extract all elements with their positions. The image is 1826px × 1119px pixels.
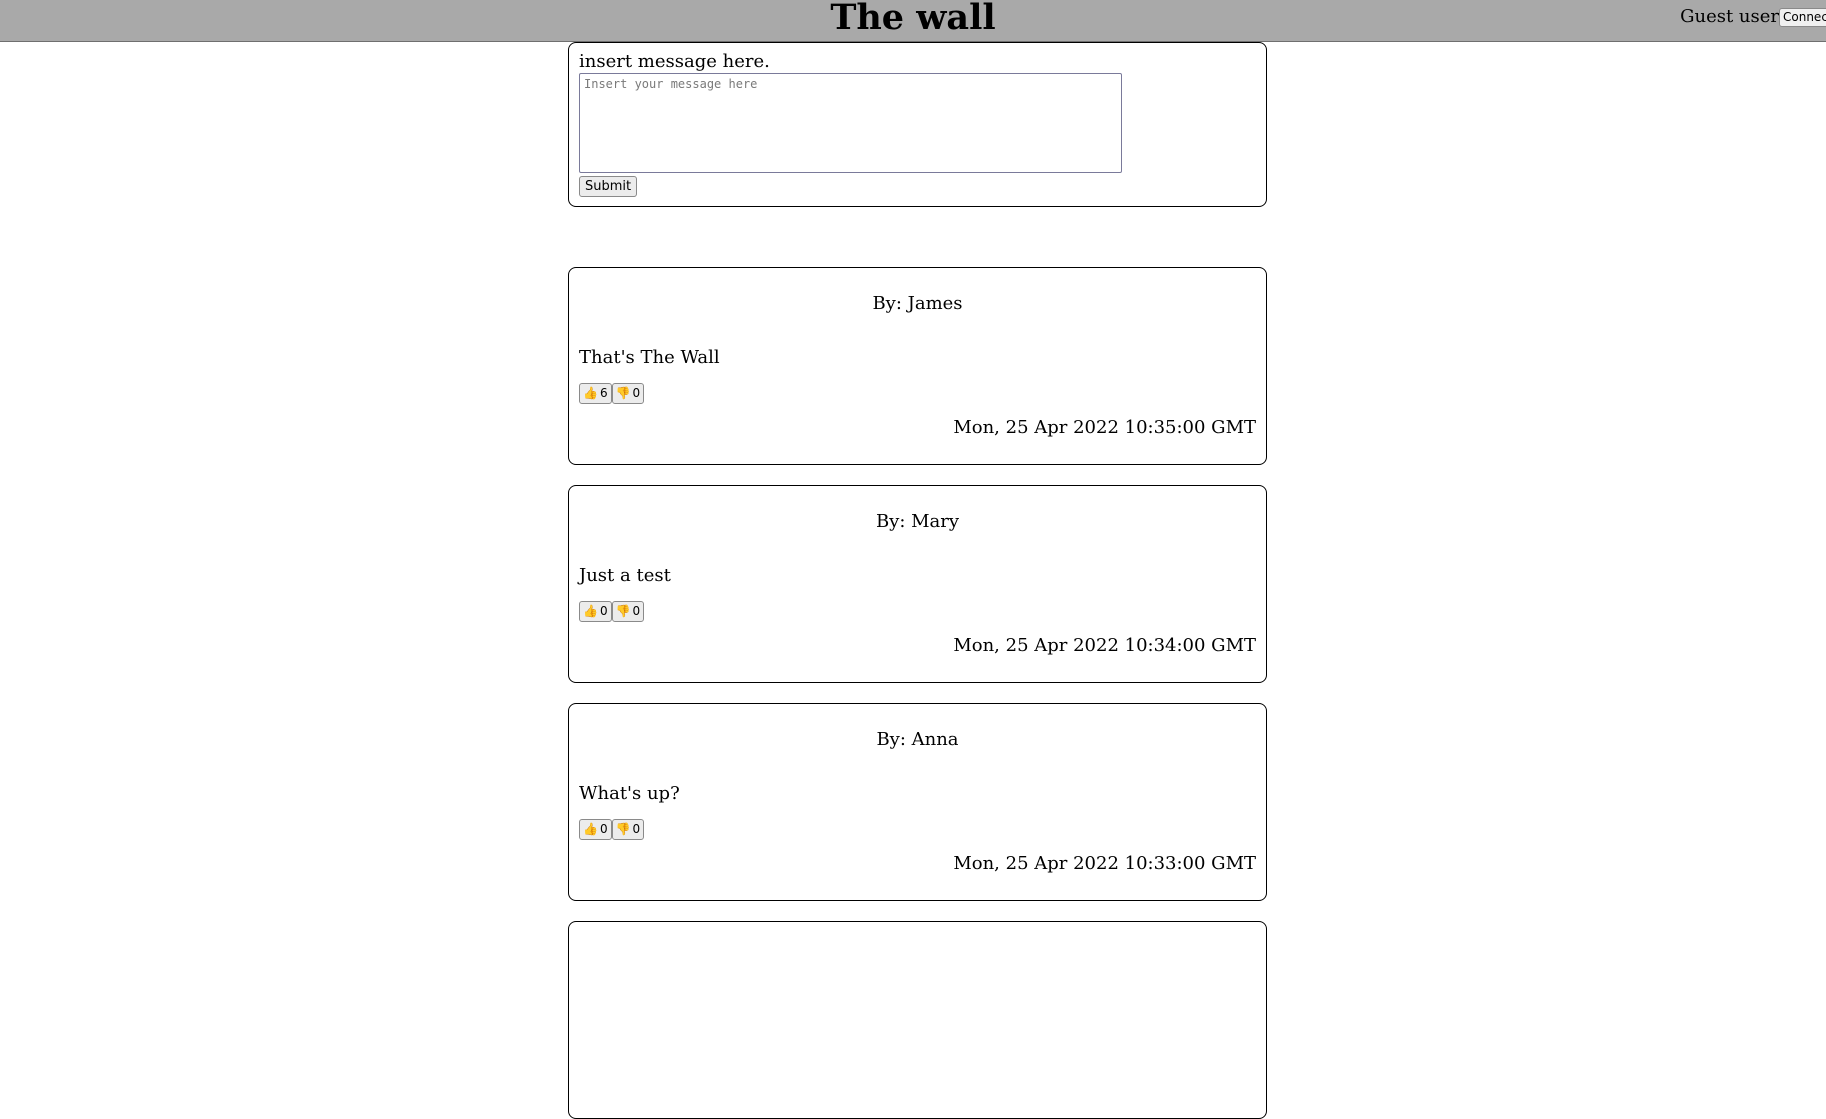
user-label: Guest user: [1680, 6, 1779, 27]
like-count: 0: [599, 822, 608, 836]
thumbs-up-icon: 👍: [583, 604, 598, 618]
dislike-count: 0: [632, 386, 641, 400]
like-button[interactable]: 👍 0: [579, 819, 612, 840]
dislike-button[interactable]: 👎 0: [611, 383, 645, 404]
connect-button[interactable]: Connect: [1779, 8, 1826, 27]
post-date: Mon, 25 Apr 2022 10:33:00 GMT: [953, 853, 1256, 874]
submit-button[interactable]: Submit: [579, 176, 638, 197]
dislike-button[interactable]: 👎 0: [611, 601, 645, 622]
vote-buttons: 👍 6 👎 0: [579, 383, 645, 404]
thumbs-up-icon: 👍: [583, 386, 598, 400]
post-card: By: Anna What's up? 👍 0 👎 0 Mon, 25 Apr …: [568, 703, 1267, 901]
message-input[interactable]: [579, 73, 1122, 173]
post-date: Mon, 25 Apr 2022 10:35:00 GMT: [953, 417, 1256, 438]
dislike-count: 0: [632, 604, 641, 618]
post-card: By: James That's The Wall 👍 6 👎 0 Mon, 2…: [568, 267, 1267, 465]
post-body: Just a test: [579, 565, 671, 586]
post-author: By: James: [872, 293, 963, 314]
like-count: 6: [599, 386, 608, 400]
thumbs-down-icon: 👎: [615, 604, 631, 618]
dislike-count: 0: [632, 822, 641, 836]
like-count: 0: [599, 604, 608, 618]
like-button[interactable]: 👍 0: [579, 601, 612, 622]
page-title: The wall: [830, 0, 996, 38]
thumbs-down-icon: 👎: [615, 386, 631, 400]
composer-label: insert message here.: [579, 51, 770, 72]
post-author: By: Mary: [875, 511, 960, 532]
post-author: By: Anna: [876, 729, 959, 750]
post-card: [568, 921, 1267, 1119]
post-body: That's The Wall: [579, 347, 720, 368]
post-card: By: Mary Just a test 👍 0 👎 0 Mon, 25 Apr…: [568, 485, 1267, 683]
post-body: What's up?: [579, 783, 680, 804]
thumbs-down-icon: 👎: [615, 822, 631, 836]
post-date: Mon, 25 Apr 2022 10:34:00 GMT: [953, 635, 1256, 656]
vote-buttons: 👍 0 👎 0: [579, 819, 645, 840]
vote-buttons: 👍 0 👎 0: [579, 601, 645, 622]
thumbs-up-icon: 👍: [583, 822, 598, 836]
message-composer: insert message here. Submit: [568, 42, 1267, 207]
dislike-button[interactable]: 👎 0: [611, 819, 645, 840]
top-bar: The wall Guest user Connect: [0, 0, 1826, 42]
like-button[interactable]: 👍 6: [579, 383, 612, 404]
